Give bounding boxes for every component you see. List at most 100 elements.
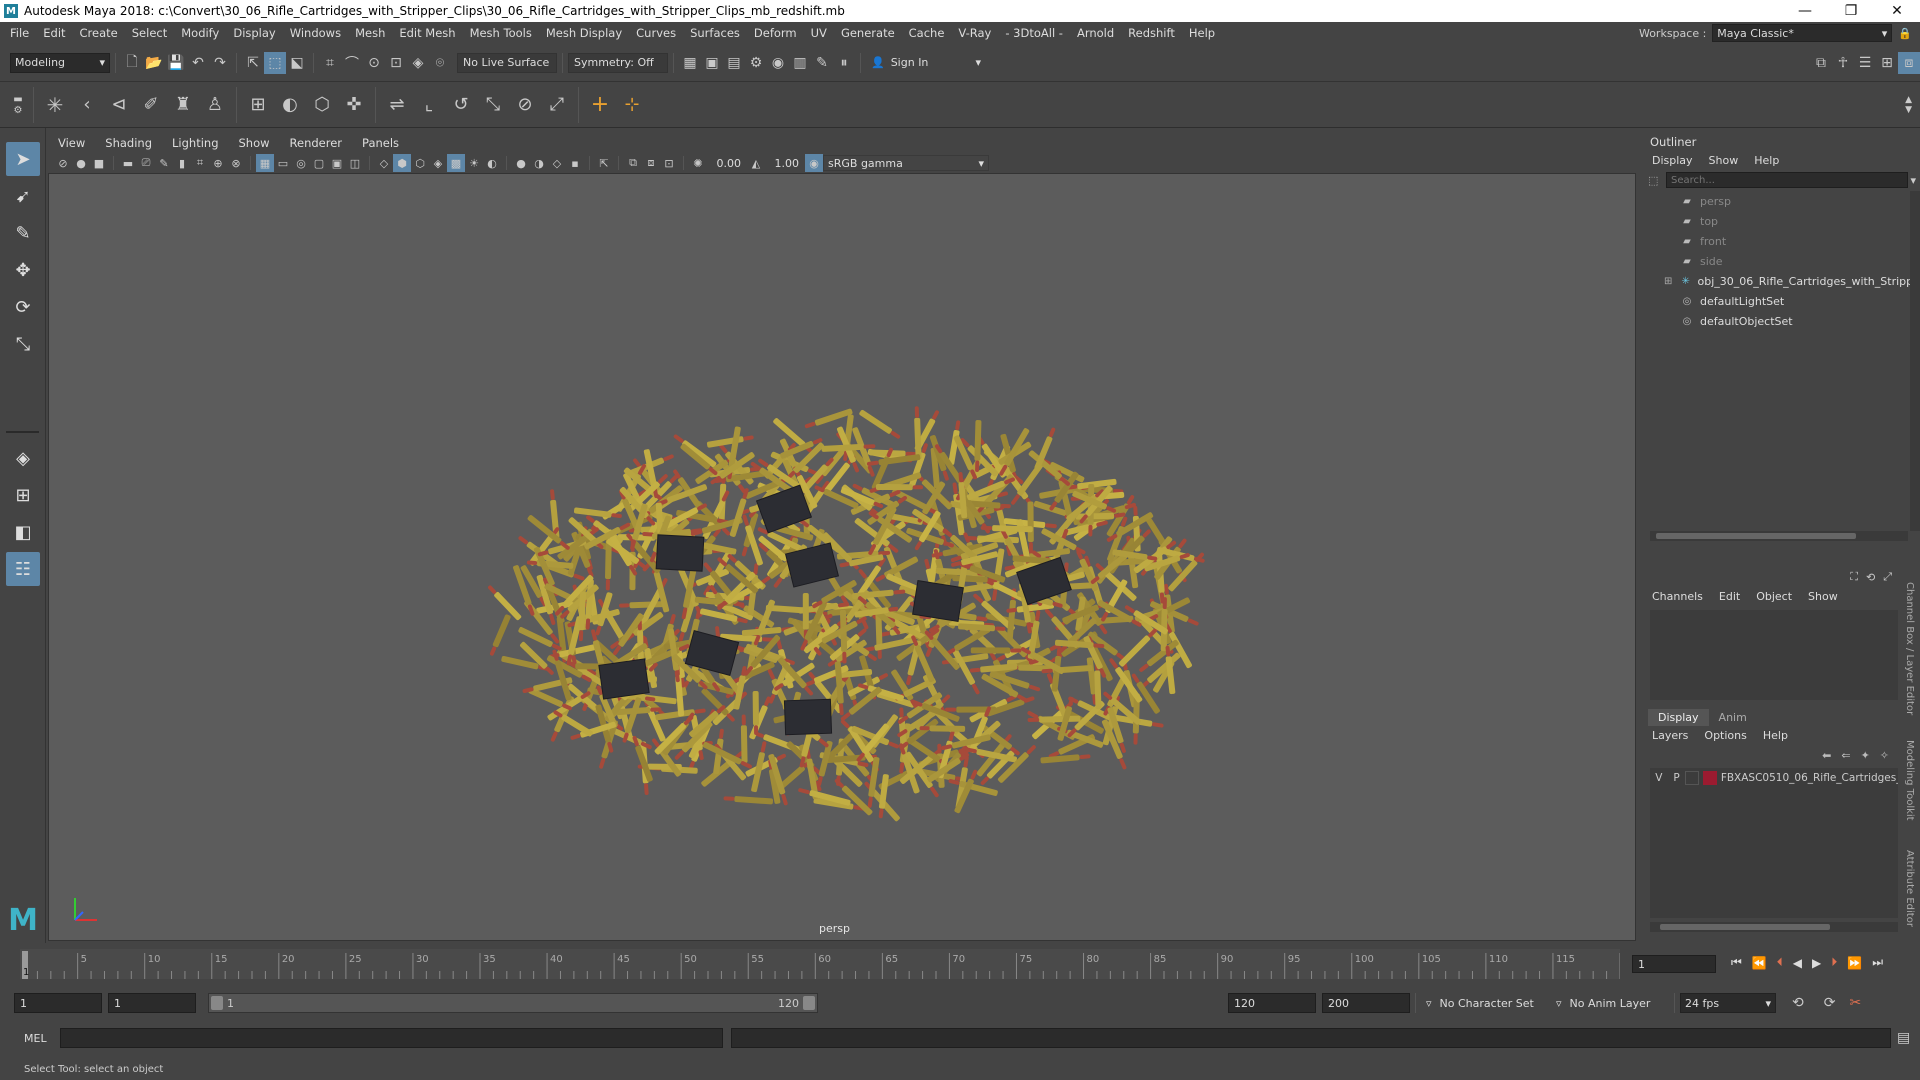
menu-curves[interactable]: Curves <box>629 26 683 40</box>
snap-view-icon[interactable]: ⊡ <box>385 52 407 74</box>
layer-down-icon[interactable]: ⇐ <box>1841 749 1850 762</box>
layer-editor-icon[interactable]: ⟲ <box>1866 571 1875 584</box>
play-backwards-icon[interactable]: ◀ <box>1793 956 1802 970</box>
channel-box-toggle-icon[interactable]: ⧈ <box>1898 51 1920 74</box>
layer-playback-toggle[interactable]: P <box>1668 772 1686 784</box>
pole-vector-icon[interactable]: ⤢ <box>541 89 573 121</box>
new-layer-icon[interactable]: ✦ <box>1861 749 1870 762</box>
panel-menu-show[interactable]: Show <box>229 136 280 150</box>
select-hierarchy-icon[interactable]: ⇱ <box>242 52 264 74</box>
safe-action-icon[interactable]: ▢ <box>310 154 328 172</box>
side-tab-modeling-toolkit[interactable]: Modeling Toolkit <box>1904 740 1915 821</box>
ipr-render-icon[interactable]: ▤ <box>723 52 745 74</box>
step-back-key-icon[interactable]: ⏴ <box>1777 955 1783 970</box>
snap-curve-icon[interactable]: ⌒ <box>341 52 363 74</box>
channel-menu-edit[interactable]: Edit <box>1711 590 1748 603</box>
xray-icon[interactable]: ▪ <box>566 154 584 172</box>
render-frame-icon[interactable]: ▣ <box>701 52 723 74</box>
hud-icon[interactable]: ⧉ <box>624 154 642 172</box>
step-forward-icon[interactable]: ⏩ <box>1847 956 1862 970</box>
hypershade-icon[interactable]: ◉ <box>767 52 789 74</box>
cluster-icon[interactable]: ◐ <box>274 89 306 121</box>
scale-tool-icon[interactable]: ⤡ <box>6 327 40 361</box>
channel-box-icon[interactable]: ⛶ <box>1850 570 1858 584</box>
select-tool-icon[interactable]: ➤ <box>6 142 40 176</box>
animation-end-field[interactable]: 200 <box>1322 993 1410 1013</box>
layer-menu-layers[interactable]: Layers <box>1644 729 1696 742</box>
tab-anim[interactable]: Anim <box>1709 709 1757 726</box>
time-slider[interactable]: 5 10 15 20 25 30 35 40 45 50 55 60 65 70 75 80 85 90 95 100… <box>0 943 1920 983</box>
blend-shape-icon[interactable]: ⬡ <box>306 89 338 121</box>
menu-generate[interactable]: Generate <box>834 26 902 40</box>
step-back-icon[interactable]: ⏪ <box>1752 956 1767 970</box>
rotate-tool-icon[interactable]: ⟳ <box>6 290 40 324</box>
exposure-icon[interactable]: ✺ <box>689 154 707 172</box>
new-layer-selected-icon[interactable]: ✧ <box>1880 749 1889 762</box>
outliner-horizontal-scrollbar[interactable] <box>1650 531 1908 541</box>
menu-deform[interactable]: Deform <box>747 26 804 40</box>
render-view-icon[interactable]: ▦ <box>679 52 701 74</box>
redo-icon[interactable]: ↷ <box>209 52 231 74</box>
chevron-down-icon[interactable]: ▾ <box>1910 174 1916 187</box>
gamma-icon[interactable]: ◭ <box>747 154 765 172</box>
outliner-item[interactable]: ▰ front <box>1644 231 1910 251</box>
menu-arnold[interactable]: Arnold <box>1070 26 1121 40</box>
safe-title-icon[interactable]: ▣ <box>328 154 346 172</box>
range-slider-end-handle[interactable] <box>803 996 815 1010</box>
textured-icon[interactable]: ◈ <box>429 154 447 172</box>
tab-display[interactable]: Display <box>1648 708 1709 726</box>
use-all-lights-icon[interactable]: ▩ <box>447 154 465 172</box>
minimize-button[interactable]: — <box>1782 3 1828 19</box>
menu-edit[interactable]: Edit <box>36 26 72 40</box>
paint-select-tool-icon[interactable]: ✎ <box>6 216 40 250</box>
tool-settings-toggle-icon[interactable]: ⊞ <box>1876 52 1898 74</box>
lock-icon[interactable]: 🔒 <box>1898 27 1912 40</box>
isolate-select-icon[interactable]: ◫ <box>346 154 364 172</box>
smooth-shading-icon[interactable]: ⬢ <box>393 154 411 172</box>
snap-surface-icon[interactable]: ◈ <box>407 52 429 74</box>
snap-grid-icon[interactable]: ⌗ <box>319 52 341 74</box>
side-tab-channel-box[interactable]: Channel Box / Layer Editor <box>1904 582 1915 715</box>
panel-menu-lighting[interactable]: Lighting <box>162 136 228 150</box>
menu-mesh-display[interactable]: Mesh Display <box>539 26 629 40</box>
wrap-deformer-icon[interactable]: ✜ <box>338 89 370 121</box>
ik-fk-switch-icon[interactable]: ⊹ <box>616 89 648 121</box>
menu-windows[interactable]: Windows <box>283 26 348 40</box>
lattice-icon[interactable]: ⊞ <box>242 89 274 121</box>
outliner-menu-show[interactable]: Show <box>1701 154 1747 167</box>
ik-spline-icon[interactable]: ⊲ <box>103 89 135 121</box>
create-joint-icon[interactable]: ✳ <box>39 89 71 121</box>
select-object-icon[interactable]: ⬚ <box>264 51 286 74</box>
menu-surfaces[interactable]: Surfaces <box>683 26 747 40</box>
ik-handle-icon[interactable]: ‹ <box>71 89 103 121</box>
shelf-settings-icon[interactable]: ⚙ <box>14 105 23 116</box>
script-editor-icon[interactable]: ▤ <box>1897 1030 1910 1046</box>
exposure-field[interactable]: 0.00 <box>707 155 747 171</box>
outliner-menu-help[interactable]: Help <box>1746 154 1787 167</box>
layer-up-icon[interactable]: ⬅ <box>1822 749 1831 762</box>
mode-selector-dropdown[interactable]: Modeling ▾ <box>10 52 110 73</box>
outliner-menu-display[interactable]: Display <box>1644 154 1701 167</box>
menu-mesh-tools[interactable]: Mesh Tools <box>463 26 539 40</box>
playback-end-field[interactable]: 120 <box>1228 993 1316 1013</box>
four-view-layout-icon[interactable]: ⊞ <box>6 478 40 512</box>
two-view-layout-icon[interactable]: ◧ <box>6 515 40 549</box>
mel-label[interactable]: MEL <box>24 1032 60 1045</box>
camera-attributes-icon[interactable]: ● <box>72 154 90 172</box>
frame-selected-icon[interactable]: ⊡ <box>660 154 678 172</box>
human-ik-icon[interactable]: ♙ <box>199 89 231 121</box>
outliner-search-input[interactable] <box>1666 172 1909 188</box>
depth-of-field-icon[interactable]: ◇ <box>548 154 566 172</box>
menu-help[interactable]: Help <box>1182 26 1222 40</box>
perspective-viewport[interactable]: persp <box>48 173 1636 941</box>
motion-blur-icon[interactable]: ● <box>512 154 530 172</box>
attribute-editor-toggle-icon[interactable]: ☰ <box>1854 52 1876 74</box>
anti-aliasing-icon[interactable]: ◑ <box>530 154 548 172</box>
ambient-occlusion-icon[interactable]: ◐ <box>483 154 501 172</box>
lasso-tool-icon[interactable]: ➹ <box>6 179 40 213</box>
outliner-layout-icon[interactable]: ☷ <box>6 552 40 586</box>
outliner-item[interactable]: ▰ side <box>1644 251 1910 271</box>
menu-cache[interactable]: Cache <box>902 26 952 40</box>
outliner-item[interactable]: ◎ defaultLightSet <box>1644 291 1910 311</box>
shadows-icon[interactable]: ☀ <box>465 154 483 172</box>
